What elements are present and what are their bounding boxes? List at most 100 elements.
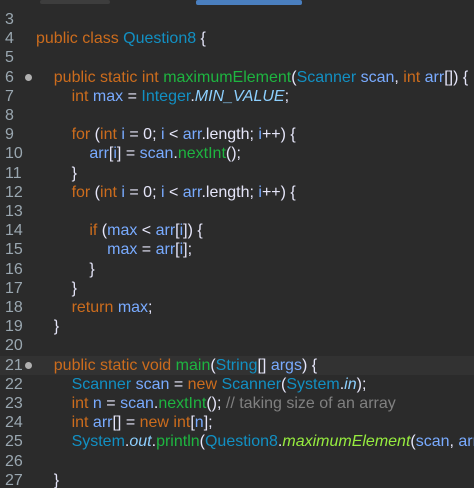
code-token: nextInt [158, 395, 207, 412]
code-line[interactable]: 19 } [0, 317, 474, 336]
code-token: static [100, 68, 138, 86]
code-line[interactable]: 17 } [0, 279, 474, 298]
code-token: println [156, 433, 200, 451]
line-number: 21 [5, 356, 23, 374]
code-token: = [123, 87, 142, 105]
code-line[interactable]: 11 } [0, 164, 474, 183]
code-line[interactable]: 23 int n = scan.nextInt(); // taking siz… [0, 394, 474, 413]
code-token: ] = [116, 145, 140, 163]
line-code: } [36, 471, 59, 488]
code-token: arr [89, 145, 109, 163]
line-number: 25 [5, 433, 23, 451]
code-editor[interactable]: 3 4 public class Question8 {5 6 public stat… [0, 0, 474, 488]
code-token: ; [148, 299, 153, 316]
code-line[interactable]: 18 return max; [0, 298, 474, 317]
code-line[interactable]: 27 } [0, 471, 474, 488]
line-number: 5 [5, 49, 14, 67]
code-line[interactable]: 14 if (max < arr[i]) { [0, 221, 474, 240]
method-marker-icon[interactable] [25, 73, 32, 81]
line-code: public class Question8 { [36, 29, 206, 48]
code-line[interactable]: 10 arr[i] = scan.nextInt(); [0, 144, 474, 163]
method-marker-icon[interactable] [25, 361, 32, 369]
code-token: scan [135, 375, 170, 393]
code-token: for [71, 183, 91, 201]
code-line[interactable]: 20 [0, 336, 474, 355]
line-code: public static void main(String[] args) { [36, 356, 317, 375]
line-number: 9 [5, 126, 14, 144]
code-line[interactable]: 6 public static int maximumElement(Scann… [0, 68, 474, 87]
code-line[interactable]: 15 max = arr[i]; [0, 240, 474, 259]
code-token: ]) { [183, 222, 203, 240]
code-token: arr [424, 68, 445, 86]
code-line[interactable]: 13 [0, 202, 474, 221]
code-token: ++) { [261, 126, 296, 144]
code-line[interactable]: 4 public class Question8 { [0, 29, 474, 48]
scrollbar-thumb[interactable] [196, 0, 302, 5]
code-token: for [71, 126, 91, 144]
line-number: 26 [5, 452, 23, 470]
code-token: int [71, 414, 89, 432]
code-token: .length; [201, 126, 259, 144]
code-token: } [36, 471, 60, 488]
line-number: 22 [5, 375, 23, 393]
code-token: in [344, 375, 357, 393]
code-line[interactable]: 21 public static void main(String[] args… [0, 355, 474, 375]
code-line[interactable]: 26 [0, 452, 474, 471]
code-token: int [141, 68, 159, 86]
code-line[interactable]: 12 for (int i = 0; i < arr.length; i++) … [0, 183, 474, 202]
line-number: 10 [5, 145, 23, 163]
code-token: int [71, 87, 89, 105]
line-code: for (int i = 0; i < arr.length; i++) { [36, 183, 296, 202]
code-token: ( [97, 222, 108, 240]
code-token: int [71, 395, 89, 412]
code-token: System [71, 433, 125, 451]
code-token: scan [120, 395, 154, 412]
line-code: } [36, 279, 77, 298]
code-token: max [107, 241, 138, 259]
code-token: out [129, 433, 152, 451]
line-code: Scanner scan = new Scanner(System.in); [36, 375, 367, 394]
code-token: public [53, 68, 96, 86]
code-token: scan [415, 433, 450, 451]
code-token: String [215, 356, 258, 374]
code-token: main [175, 356, 211, 374]
code-token: args [270, 356, 302, 374]
line-code: public static int maximumElement(Scanner… [36, 68, 468, 87]
code-line[interactable]: 9 for (int i = 0; i < arr.length; i++) { [0, 125, 474, 144]
code-token: []) { [444, 68, 469, 86]
line-number: 17 [5, 279, 23, 297]
code-line[interactable]: 7 int max = Integer.MIN_VALUE; [0, 87, 474, 106]
code-token: Question8 [123, 30, 197, 48]
code-token: ]; [183, 241, 193, 259]
code-token: return [71, 299, 114, 316]
line-number: 20 [5, 337, 23, 355]
line-number: 15 [5, 241, 23, 259]
code-line[interactable]: 5 [0, 48, 474, 67]
code-token: maximumElement [282, 433, 411, 451]
line-number: 14 [5, 222, 23, 240]
code-token: public [53, 356, 96, 374]
code-line[interactable]: 16 } [0, 260, 474, 279]
code-line[interactable]: 24 int arr[] = new int[n]; [0, 413, 474, 432]
code-token: } [36, 279, 77, 297]
code-token: MIN_VALUE [194, 87, 285, 105]
code-line[interactable]: 8 [0, 106, 474, 125]
horizontal-scrollbar[interactable] [0, 0, 474, 6]
line-code: for (int i = 0; i < arr.length; i++) { [36, 125, 296, 144]
code-token: ++) { [261, 183, 296, 201]
code-line[interactable]: 3 [0, 10, 474, 29]
code-token: arr [155, 222, 176, 240]
line-number: 12 [5, 183, 23, 201]
code-token: int [403, 68, 421, 86]
code-token: ; [284, 87, 290, 105]
code-line[interactable]: 25 System.out.println(Question8.maximumE… [0, 432, 474, 451]
code-line[interactable]: 22 Scanner scan = new Scanner(System.in)… [0, 375, 474, 394]
line-number: 7 [5, 87, 14, 105]
line-code: int arr[] = new int[n]; [36, 413, 213, 432]
code-token: .length; [201, 183, 259, 201]
